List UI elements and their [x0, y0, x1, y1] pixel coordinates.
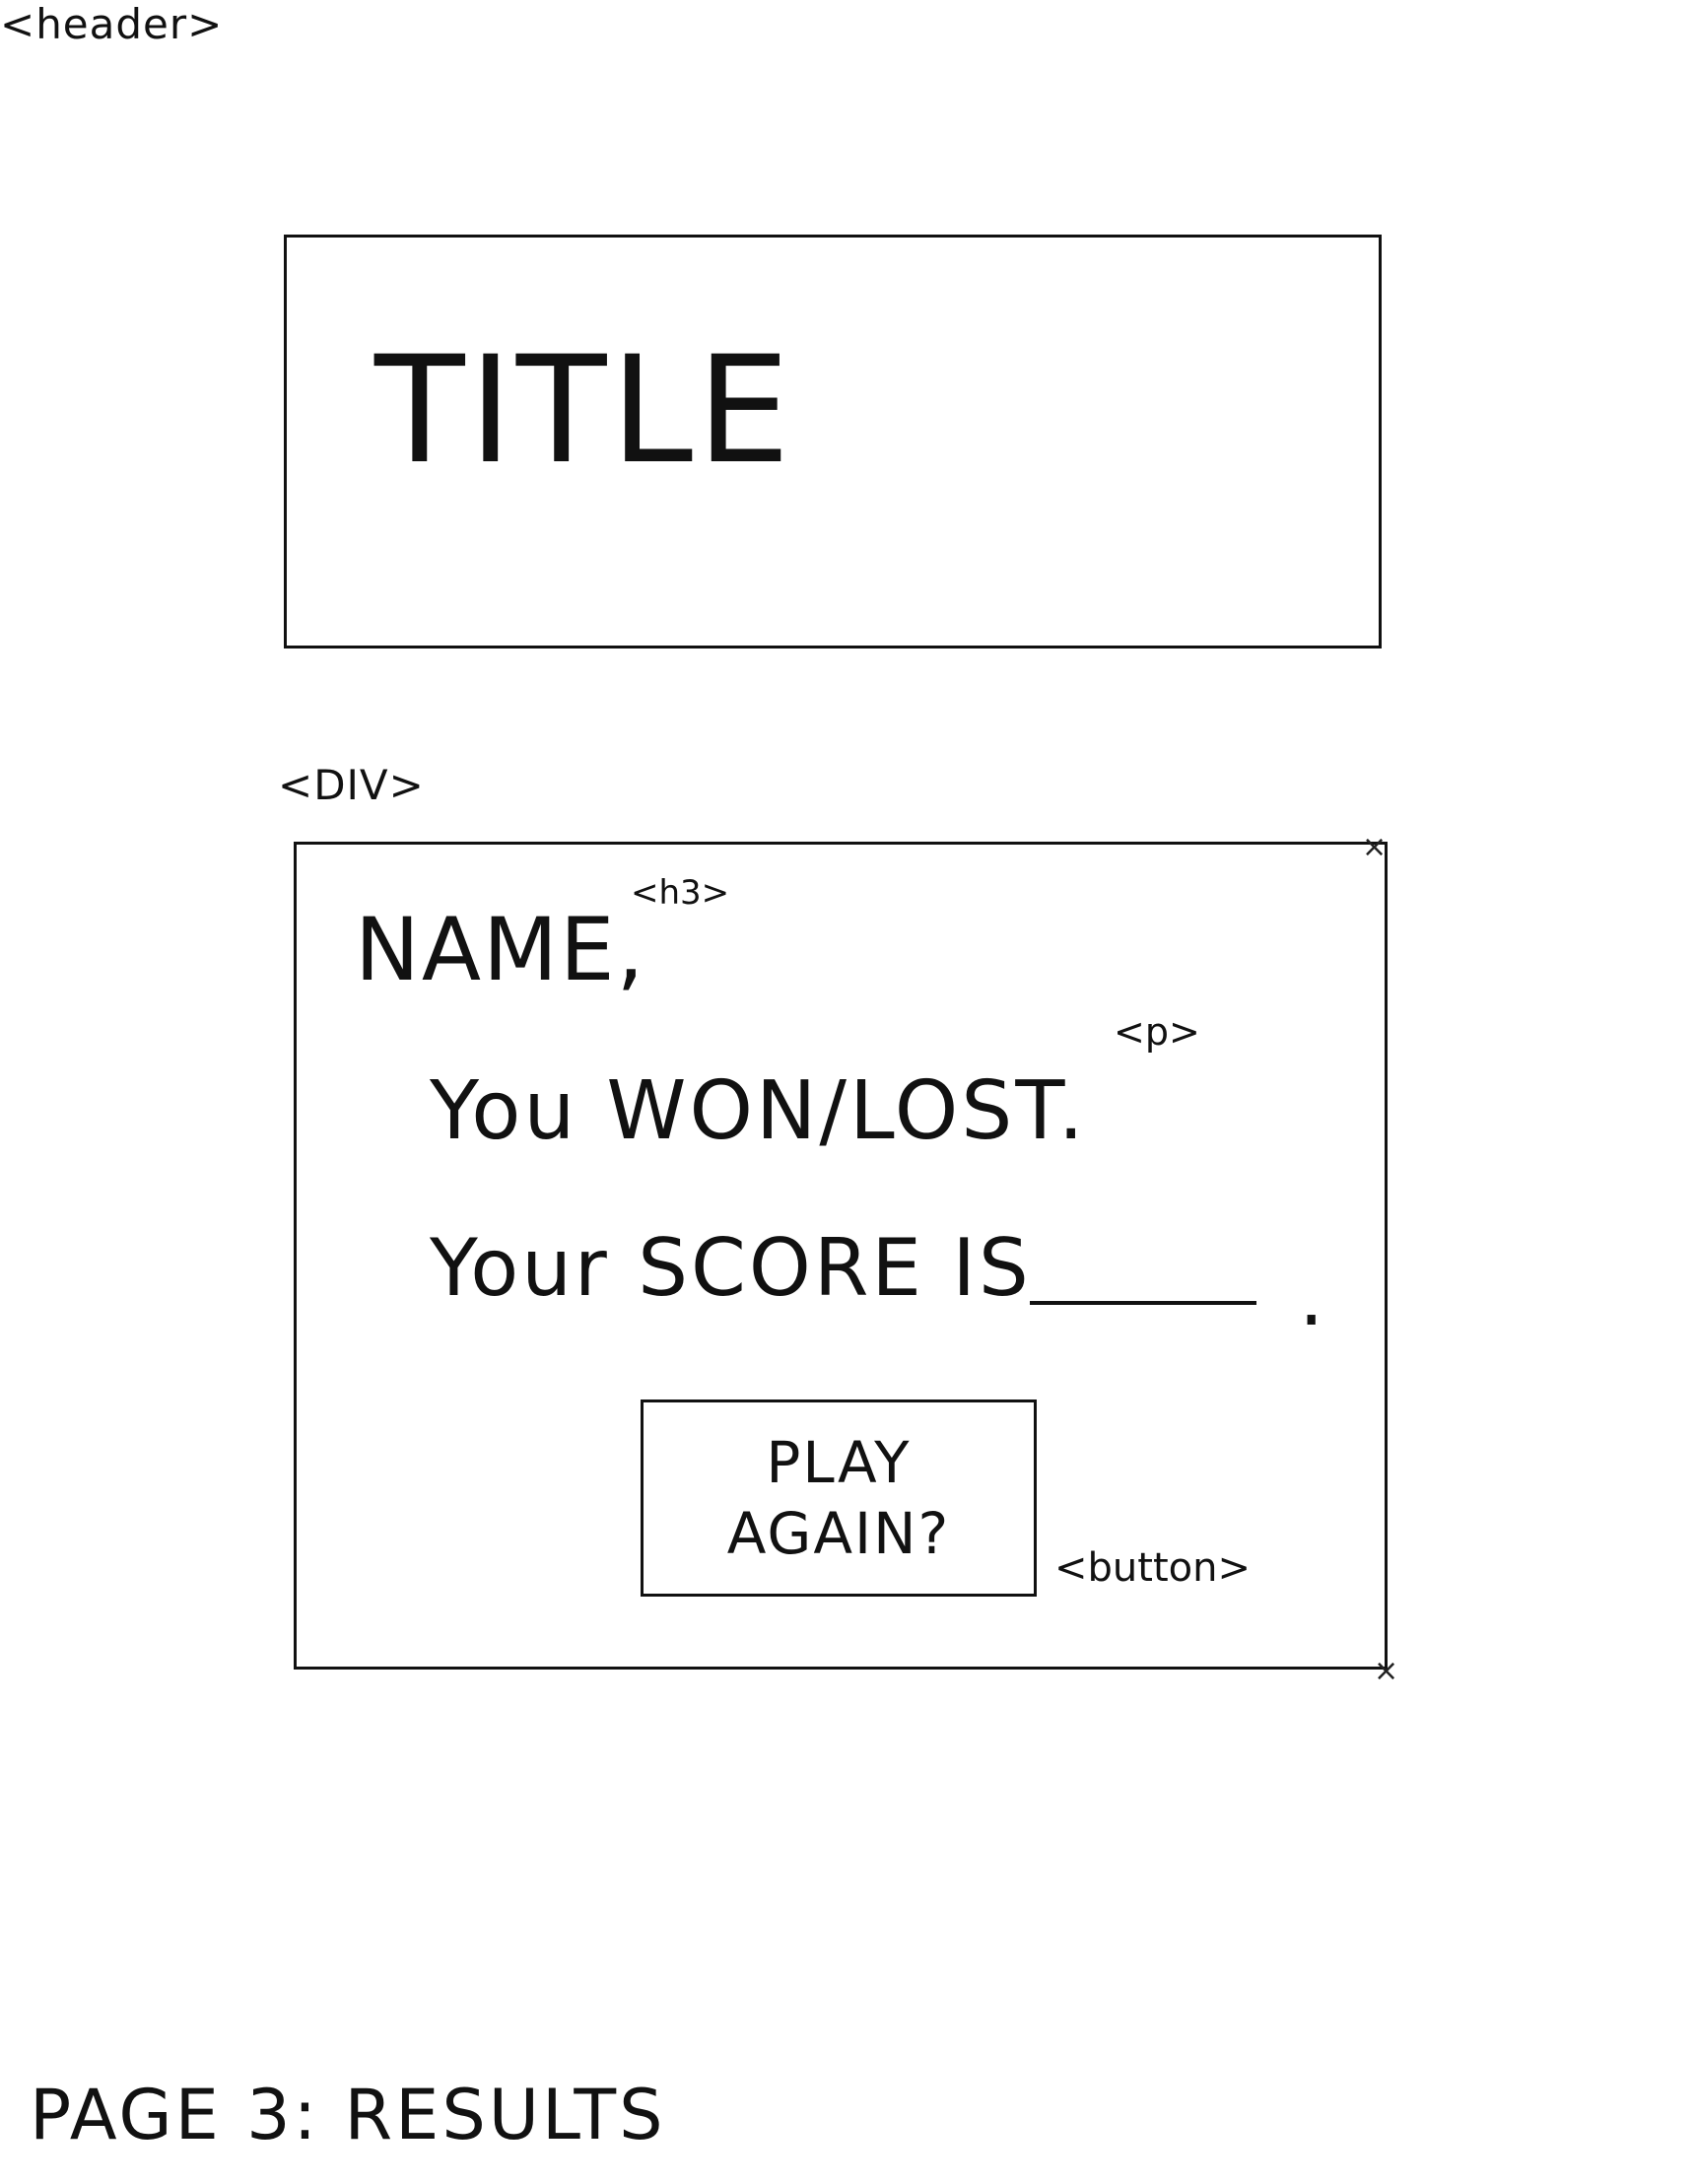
- play-again-label: PLAY AGAIN?: [726, 1428, 951, 1568]
- corner-mark-bottom-right: ×: [1374, 1654, 1399, 1688]
- corner-mark-top-right: ×: [1362, 830, 1388, 864]
- button-tag-label: <button>: [1054, 1545, 1251, 1591]
- p-tag-label: <p>: [1114, 1010, 1200, 1054]
- play-again-button[interactable]: PLAY AGAIN?: [641, 1399, 1037, 1597]
- player-name-heading: NAME,: [355, 899, 646, 1000]
- score-blank-line: [1030, 1301, 1256, 1305]
- page-title: TITLE: [374, 325, 794, 497]
- score-period: .: [1299, 1252, 1324, 1343]
- header-tag-label: <header>: [0, 0, 224, 48]
- page-caption: PAGE 3: RESULTS: [30, 2075, 666, 2155]
- score-message: Your SCORE IS: [430, 1222, 1032, 1314]
- win-lose-message: You WON/LOST.: [430, 1064, 1087, 1158]
- div-tag-label: <DIV>: [278, 761, 425, 809]
